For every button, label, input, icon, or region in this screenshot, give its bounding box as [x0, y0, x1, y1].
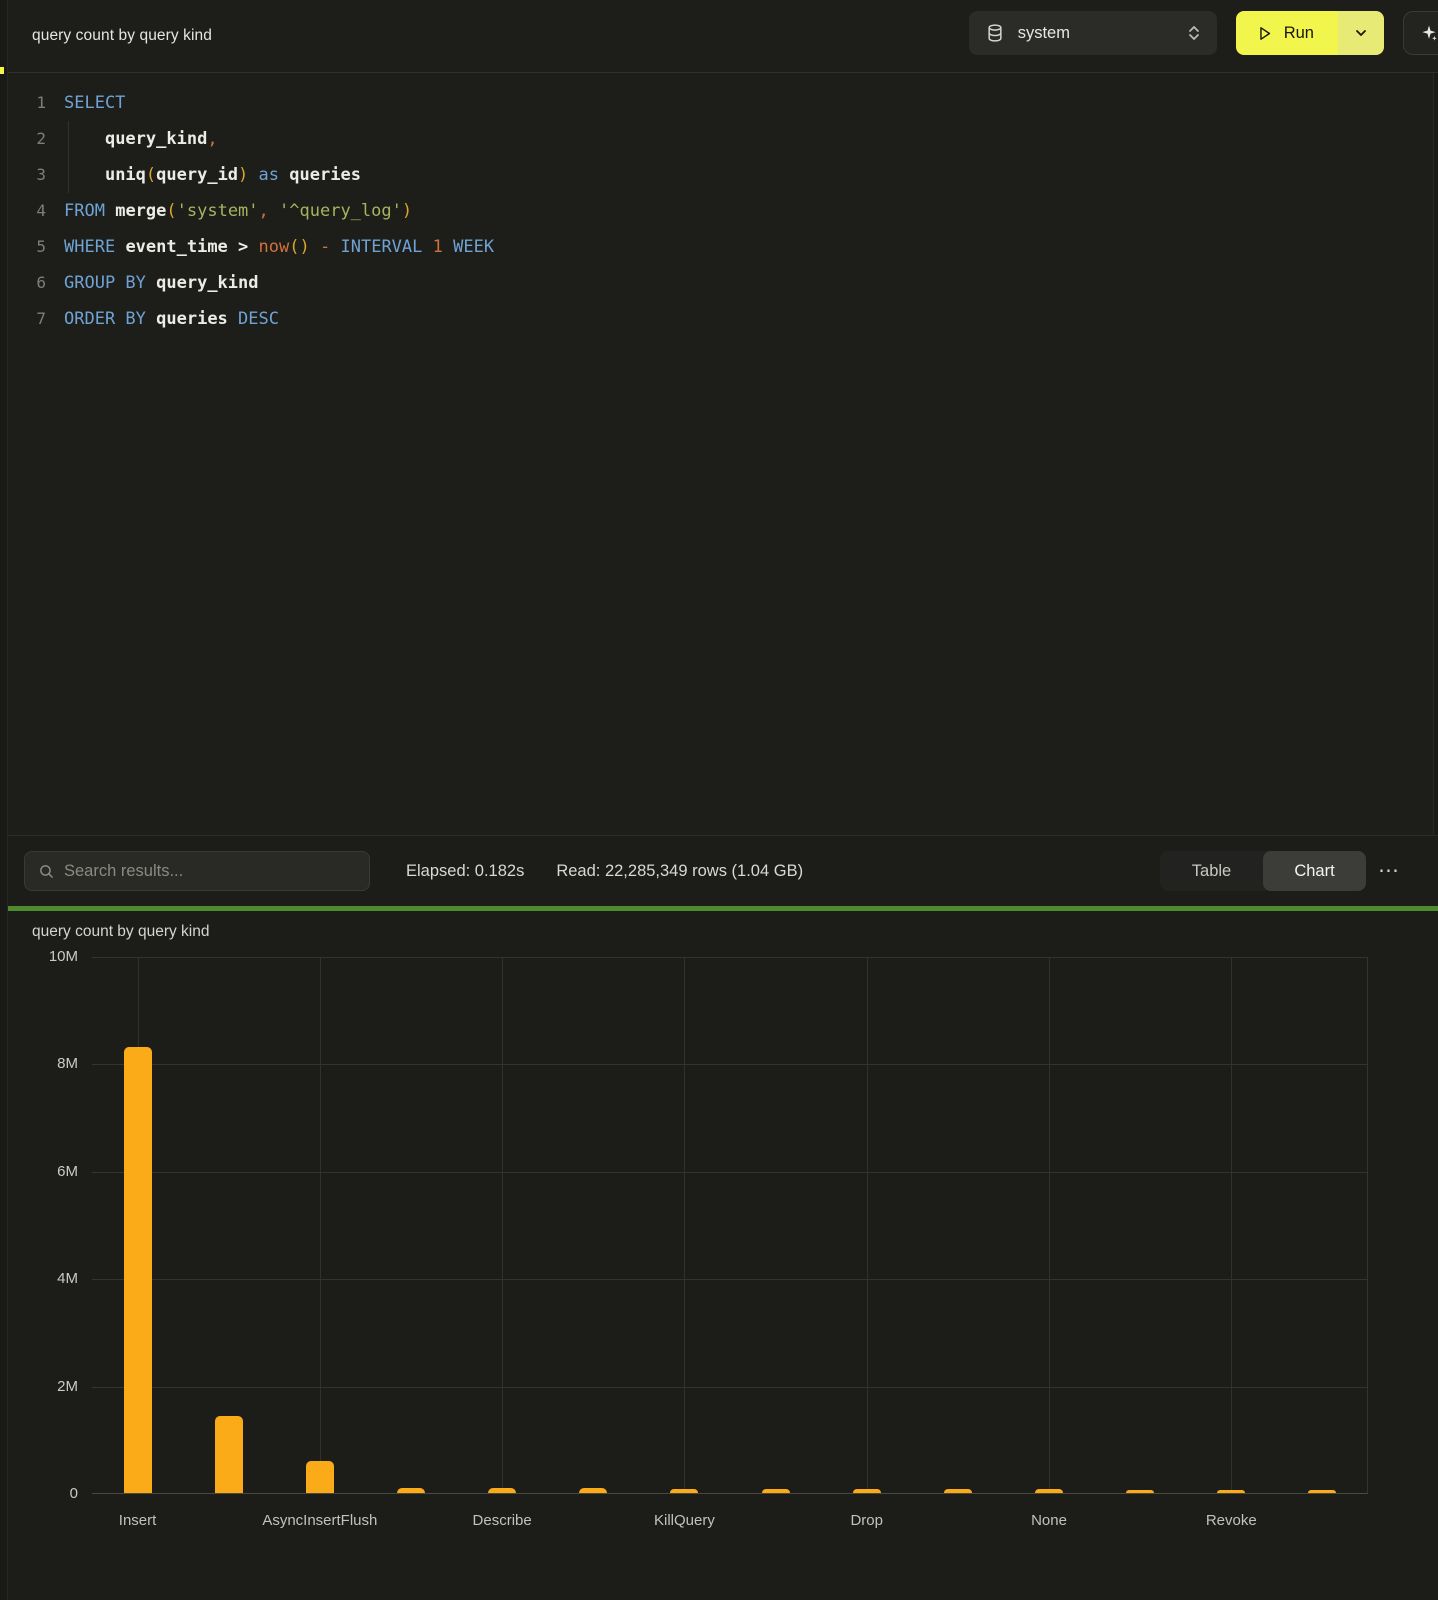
play-icon	[1256, 25, 1273, 42]
code-line: 5 WHERE event_time > now() - INTERVAL 1 W…	[0, 229, 1438, 265]
x-axis-tick-label: KillQuery	[599, 1512, 769, 1529]
gridline-vertical	[320, 957, 321, 1493]
bar-series-11	[1126, 1490, 1154, 1493]
y-axis-tick-label: 0	[30, 1485, 78, 1503]
active-tab-indicator	[0, 67, 4, 74]
bar-series-5	[579, 1488, 607, 1493]
bar-series-7	[762, 1489, 790, 1493]
gridline-vertical	[1049, 957, 1050, 1493]
sidebar-edge	[0, 0, 8, 1600]
line-number: 1	[8, 85, 46, 121]
line-number: 2	[8, 121, 46, 157]
read-stat: Read: 22,285,349 rows (1.04 GB)	[556, 862, 803, 881]
bar-series-1	[215, 1416, 243, 1493]
gridline-horizontal	[92, 1172, 1367, 1173]
line-number: 7	[8, 301, 46, 337]
view-toggle: Table Chart	[1160, 851, 1366, 891]
code-text: GROUP BY query_kind	[64, 265, 259, 301]
code-text: ORDER BY queries DESC	[64, 301, 279, 337]
database-selector-value: system	[1018, 24, 1174, 43]
chevron-down-icon	[1354, 26, 1368, 40]
bar-Drop	[853, 1489, 881, 1493]
x-axis-tick-label: Insert	[53, 1512, 223, 1529]
code-text: FROM merge('system', '^query_log')	[64, 193, 412, 229]
x-axis-tick-label: Revoke	[1146, 1512, 1316, 1529]
y-axis-tick-label: 2M	[30, 1378, 78, 1396]
query-console: query count by query kind system	[0, 0, 1438, 1600]
code-line: 4 FROM merge('system', '^query_log')	[0, 193, 1438, 229]
chart-title: query count by query kind	[32, 923, 210, 941]
gridline-vertical	[502, 957, 503, 1493]
search-results-box[interactable]	[24, 851, 370, 891]
code-line: 2 query_kind,	[0, 121, 1438, 157]
x-axis-tick-label: None	[964, 1512, 1134, 1529]
bar-series-3	[397, 1488, 425, 1493]
line-number: 4	[8, 193, 46, 229]
bar-Insert	[124, 1047, 152, 1493]
search-results-input[interactable]	[64, 862, 356, 881]
bar-Describe	[488, 1488, 516, 1493]
code-text: WHERE event_time > now() - INTERVAL 1 WE…	[64, 229, 494, 265]
code-line: 7 ORDER BY queries DESC	[0, 301, 1438, 337]
run-button[interactable]: Run	[1236, 11, 1338, 55]
code-lines: 1SELECT2 query_kind,3 uniq(query_id) as …	[0, 85, 1438, 337]
x-axis-tick-label: Drop	[782, 1512, 952, 1529]
gridline-horizontal	[92, 1387, 1367, 1388]
database-icon	[985, 23, 1005, 43]
search-icon	[38, 863, 55, 880]
y-axis-tick-label: 4M	[30, 1270, 78, 1288]
bar-AsyncInsertFlush	[306, 1461, 334, 1493]
code-text: SELECT	[64, 85, 125, 121]
query-title: query count by query kind	[32, 27, 212, 45]
editor-scrollbar-gutter[interactable]	[1433, 73, 1438, 835]
y-axis-tick-label: 6M	[30, 1163, 78, 1181]
bar-Revoke	[1217, 1490, 1245, 1493]
chart-plot	[92, 957, 1368, 1494]
code-text: query_kind,	[64, 121, 218, 157]
bar-None	[1035, 1489, 1063, 1493]
gridline-horizontal	[92, 1279, 1367, 1280]
results-toolbar: Elapsed: 0.182s Read: 22,285,349 rows (1…	[0, 835, 1438, 906]
sql-editor[interactable]: 1SELECT2 query_kind,3 uniq(query_id) as …	[0, 73, 1438, 835]
elapsed-stat: Elapsed: 0.182s	[406, 862, 524, 881]
more-options-button[interactable]: ⋯	[1366, 851, 1412, 891]
tab-table[interactable]: Table	[1160, 851, 1263, 891]
x-axis-tick-label: Describe	[417, 1512, 587, 1529]
bar-series-13	[1308, 1490, 1336, 1493]
bar-series-9	[944, 1489, 972, 1493]
run-button-label: Run	[1284, 24, 1314, 43]
gridline-vertical	[684, 957, 685, 1493]
database-selector[interactable]: system	[969, 11, 1217, 55]
chart-panel: query count by query kind 10M 8M 6M 4M 2M 0 In…	[0, 911, 1438, 1600]
x-axis-tick-label: AsyncInsertFlush	[235, 1512, 405, 1529]
code-line: 1 SELECT	[0, 85, 1438, 121]
top-bar: query count by query kind system	[0, 0, 1438, 73]
tab-chart[interactable]: Chart	[1263, 851, 1366, 891]
bar-KillQuery	[670, 1489, 698, 1493]
code-line: 6 GROUP BY query_kind	[0, 265, 1438, 301]
indent-guide	[68, 121, 69, 193]
gridline-vertical	[867, 957, 868, 1493]
run-options-button[interactable]	[1338, 11, 1384, 55]
top-bar-controls: system Run	[969, 11, 1438, 55]
ai-assist-button[interactable]	[1403, 11, 1438, 55]
gridline-horizontal	[92, 957, 1367, 958]
run-button-group: Run	[1236, 11, 1384, 55]
y-axis-tick-label: 10M	[30, 948, 78, 966]
line-number: 3	[8, 157, 46, 193]
select-chevrons-icon	[1187, 24, 1201, 42]
gridline-vertical	[1231, 957, 1232, 1493]
code-line: 3 uniq(query_id) as queries	[0, 157, 1438, 193]
line-number: 5	[8, 229, 46, 265]
line-number: 6	[8, 265, 46, 301]
sparkle-icon	[1419, 23, 1438, 43]
y-axis-tick-label: 8M	[30, 1055, 78, 1073]
code-text: uniq(query_id) as queries	[64, 157, 361, 193]
gridline-horizontal	[92, 1064, 1367, 1065]
